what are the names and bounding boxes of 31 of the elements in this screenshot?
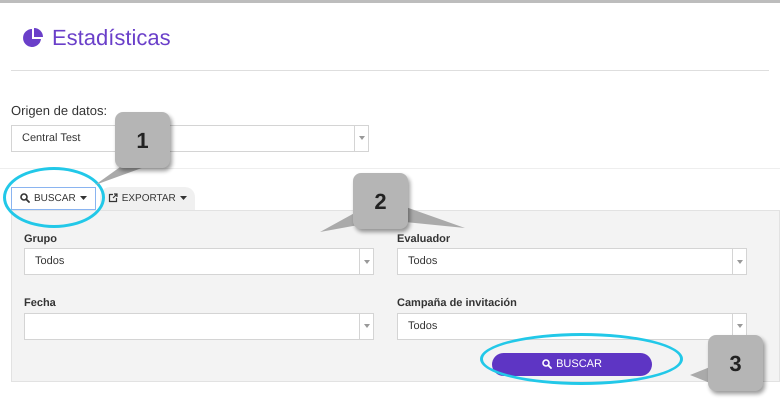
- filter-select[interactable]: [24, 312, 374, 340]
- filter-label: Evaluador: [397, 232, 452, 246]
- callout-badge: 3: [708, 335, 763, 391]
- page-title: Estadísticas: [52, 24, 171, 52]
- dropdown-arrow-icon: [736, 260, 742, 264]
- search-icon: [20, 193, 30, 203]
- dropdown-arrow-icon: [364, 260, 370, 264]
- tab[interactable]: EXPORTAR: [100, 186, 195, 210]
- filter-label: Fecha: [24, 296, 57, 311]
- filter-label: Grupo: [24, 232, 58, 246]
- filter-select[interactable]: Todos: [24, 248, 374, 275]
- filter-select[interactable]: Todos: [397, 312, 747, 340]
- search-button[interactable]: BUSCAR: [492, 352, 652, 376]
- select-value: Central Test: [22, 132, 80, 144]
- select-value: Todos: [35, 255, 64, 268]
- data-source-label: Origen de datos:: [11, 102, 108, 120]
- dropdown-arrow-icon: [358, 136, 364, 140]
- callout-badge: 2: [353, 173, 408, 229]
- caret-icon: [180, 196, 187, 200]
- dropdown-arrow-icon: [364, 324, 370, 328]
- tab[interactable]: BUSCAR: [11, 186, 96, 210]
- pie-chart-icon: [22, 26, 44, 48]
- filter-label: Campaña de invitación: [397, 296, 518, 311]
- dropdown-arrow-icon: [736, 324, 742, 328]
- select-value: Todos: [408, 320, 438, 332]
- external-link-icon: [108, 193, 118, 203]
- select-value: Todos: [408, 255, 438, 268]
- caret-icon: [80, 196, 87, 200]
- search-icon: [542, 359, 552, 369]
- callout-badge: 1: [115, 112, 170, 168]
- filter-select[interactable]: Todos: [397, 248, 747, 275]
